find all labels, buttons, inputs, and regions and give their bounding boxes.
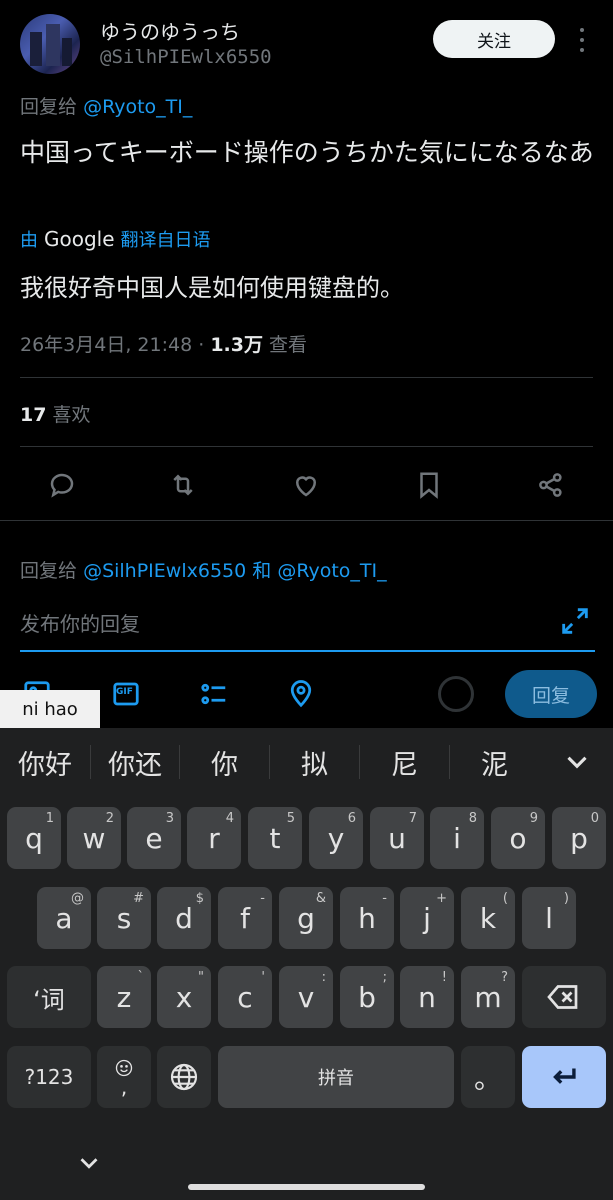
candidate-5[interactable]: 泥 bbox=[450, 740, 539, 784]
share-icon[interactable] bbox=[531, 465, 571, 505]
tweet-meta: 26年3月4日, 21:48 · 1.3万 查看 bbox=[20, 330, 307, 357]
bookmark-icon[interactable] bbox=[409, 465, 449, 505]
views-count: 1.3万 bbox=[210, 334, 263, 356]
location-icon[interactable] bbox=[284, 677, 318, 711]
key-z[interactable]: z ` bbox=[97, 966, 151, 1028]
key-h[interactable]: h- bbox=[340, 887, 394, 949]
gesture-nav-bar[interactable] bbox=[188, 1184, 425, 1190]
candidate-0[interactable]: 你好 bbox=[0, 740, 90, 784]
key-s[interactable]: s # bbox=[97, 887, 151, 949]
candidate-4[interactable]: 尼 bbox=[360, 740, 449, 784]
key-k[interactable]: k( bbox=[461, 887, 515, 949]
display-name[interactable]: ゆうのゆうっち bbox=[100, 16, 240, 45]
key-o[interactable]: o9 bbox=[491, 807, 545, 869]
ime-composition: ni hao bbox=[0, 690, 100, 728]
soft-keyboard bbox=[0, 728, 613, 1200]
divider bbox=[20, 446, 593, 447]
recipient-mention-1[interactable]: @SilhPIEwlx6550 bbox=[83, 560, 246, 582]
section-separator bbox=[0, 520, 613, 521]
key-e[interactable]: e3 bbox=[127, 807, 181, 869]
likes-stat[interactable]: 17 喜欢 bbox=[20, 400, 91, 427]
key-n[interactable]: n! bbox=[400, 966, 454, 1028]
key-y[interactable]: y6 bbox=[309, 807, 363, 869]
key-x[interactable]: x " bbox=[157, 966, 211, 1028]
key-b[interactable]: b; bbox=[340, 966, 394, 1028]
period-key[interactable]: 。 bbox=[461, 1046, 515, 1108]
character-count-ring bbox=[438, 676, 474, 712]
reply-prefix: 回复给 bbox=[20, 560, 78, 582]
reply-context: 回复给 @Ryoto_TI_ bbox=[20, 92, 192, 119]
globe-icon[interactable] bbox=[157, 1046, 211, 1108]
key-v[interactable]: v: bbox=[279, 966, 333, 1028]
likes-count: 17 bbox=[20, 404, 47, 426]
more-options-icon[interactable] bbox=[572, 28, 592, 52]
google-logo: Google bbox=[44, 227, 115, 251]
key-m[interactable]: m? bbox=[461, 966, 515, 1028]
avatar[interactable] bbox=[20, 14, 80, 74]
reply-prefix: 回复给 bbox=[20, 96, 78, 118]
gif-label: GIF bbox=[116, 687, 133, 697]
key-i[interactable]: i8 bbox=[430, 807, 484, 869]
user-handle[interactable]: @SilhPIEwlx6550 bbox=[100, 46, 272, 68]
gif-icon[interactable]: GIF bbox=[109, 677, 143, 711]
key-r[interactable]: r4 bbox=[187, 807, 241, 869]
key-w[interactable]: w2 bbox=[67, 807, 121, 869]
key-c[interactable]: c ' bbox=[218, 966, 272, 1028]
translated-from-label: 翻译自日语 bbox=[120, 230, 211, 251]
retweet-icon[interactable] bbox=[163, 465, 203, 505]
candidate-3[interactable]: 拟 bbox=[270, 740, 359, 784]
hide-keyboard-icon[interactable] bbox=[74, 1148, 104, 1178]
reply-input[interactable]: 发布你的回复 bbox=[20, 608, 140, 637]
key-a[interactable]: a @ bbox=[37, 887, 91, 949]
recipient-mention-2[interactable]: @Ryoto_TI_ bbox=[277, 560, 386, 582]
reply-icon[interactable] bbox=[42, 465, 82, 505]
translation-attribution[interactable]: 由 Google 翻译自日语 bbox=[20, 226, 211, 252]
key-t[interactable]: t5 bbox=[248, 807, 302, 869]
follow-button[interactable]: 关注 bbox=[433, 20, 555, 58]
likes-label: 喜欢 bbox=[46, 404, 91, 426]
key-l[interactable]: l) bbox=[522, 887, 576, 949]
input-underline bbox=[20, 650, 595, 652]
translated-by-prefix: 由 bbox=[20, 230, 38, 251]
enter-icon[interactable] bbox=[522, 1046, 606, 1108]
key-q[interactable]: q1 bbox=[7, 807, 61, 869]
key-u[interactable]: u7 bbox=[370, 807, 424, 869]
candidate-1[interactable]: 你还 bbox=[91, 740, 179, 784]
reply-mention-link[interactable]: @Ryoto_TI_ bbox=[83, 96, 192, 118]
space-key[interactable]: 拼音 bbox=[218, 1046, 454, 1108]
divider bbox=[20, 377, 593, 378]
translated-text: 我很好奇中国人是如何使用键盘的。 bbox=[20, 274, 404, 302]
key-p[interactable]: p0 bbox=[552, 807, 606, 869]
tweet-text: 中国ってキーボード操作のうちかた気にになるなあ bbox=[20, 138, 594, 167]
comma-label: , bbox=[120, 1075, 128, 1099]
timestamp: 26年3月4日, 21:48 · bbox=[20, 334, 211, 356]
key-g[interactable]: g & bbox=[279, 887, 333, 949]
key-d[interactable]: d $ bbox=[157, 887, 211, 949]
poll-icon[interactable] bbox=[197, 677, 231, 711]
like-icon[interactable] bbox=[286, 465, 326, 505]
emoji-comma-key[interactable]: , bbox=[97, 1046, 151, 1108]
expand-icon[interactable] bbox=[558, 604, 592, 638]
symbols-key[interactable]: ?123 bbox=[7, 1046, 91, 1108]
recipient-joiner: 和 bbox=[252, 560, 272, 582]
reply-recipients[interactable]: 回复给 @SilhPIEwlx6550 和 @Ryoto_TI_ bbox=[20, 556, 387, 583]
candidate-2[interactable]: 你 bbox=[180, 740, 269, 784]
key-j[interactable]: j + bbox=[400, 887, 454, 949]
shift-key[interactable]: ‘词 bbox=[7, 966, 91, 1028]
chevron-down-icon[interactable] bbox=[560, 745, 594, 779]
key-f[interactable]: f- bbox=[218, 887, 272, 949]
backspace-icon[interactable] bbox=[522, 966, 606, 1028]
views-label: 查看 bbox=[262, 334, 308, 356]
reply-button[interactable]: 回复 bbox=[505, 670, 597, 718]
